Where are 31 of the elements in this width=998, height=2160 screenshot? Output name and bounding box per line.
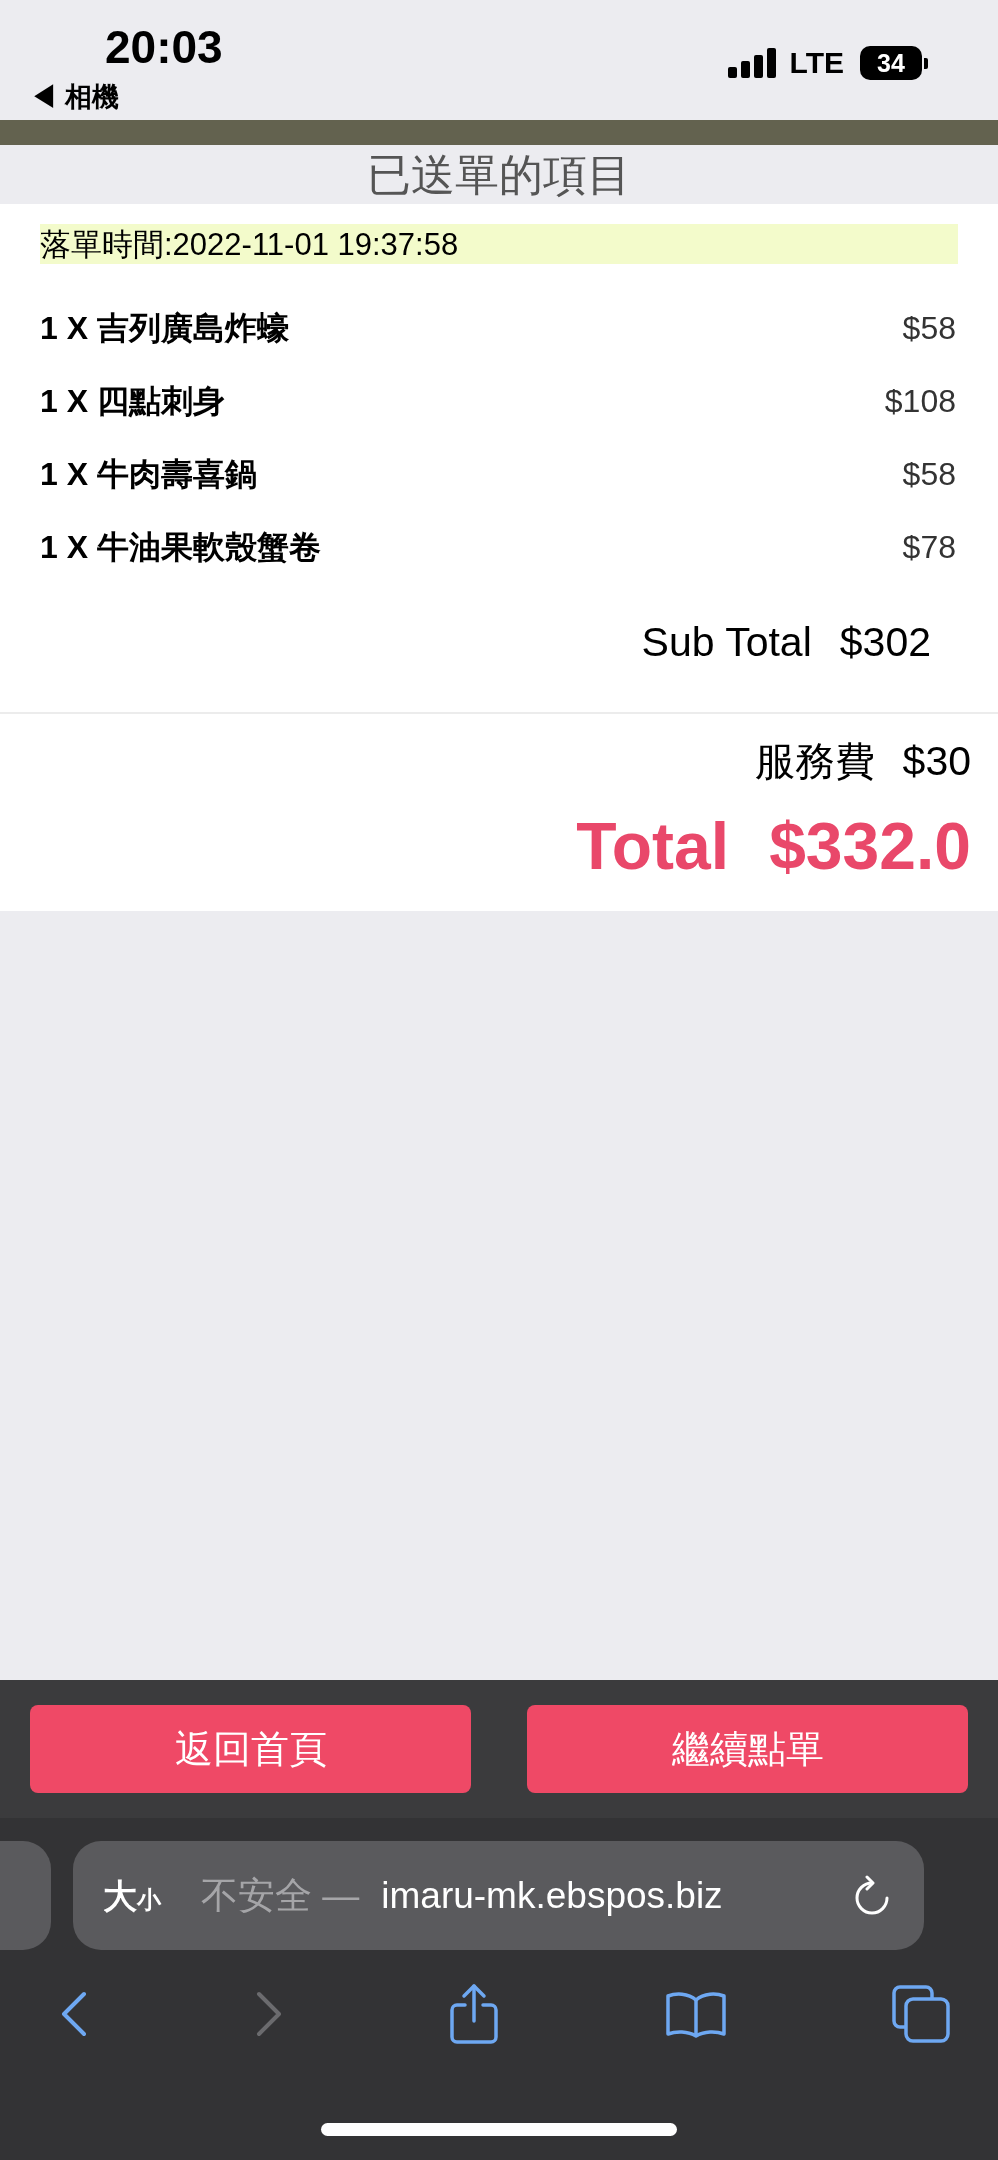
text-size-button[interactable]: 大小 — [103, 1878, 161, 1913]
network-type: LTE — [789, 48, 844, 78]
url-text: imaru-mk.ebspos.biz — [381, 1877, 723, 1914]
continue-ordering-button[interactable]: 繼續點單 — [527, 1705, 968, 1793]
chevron-left-icon[interactable] — [60, 1991, 88, 2037]
book-icon[interactable] — [665, 1990, 726, 2038]
home-button[interactable]: 返回首頁 — [30, 1705, 471, 1793]
item-name: 1 X 牛油果軟殼蟹卷 — [40, 530, 321, 563]
status-time: 20:03 — [105, 24, 223, 70]
subtotal-label: Sub Total — [641, 621, 812, 663]
tabs-icon[interactable] — [892, 1985, 950, 2043]
item-price: $108 — [884, 384, 956, 417]
total-amount: $332.0 — [769, 813, 971, 879]
page-title: 已送單的項目 — [367, 152, 631, 197]
item-price: $78 — [902, 530, 956, 563]
service-charge-label: 服務費 — [754, 741, 875, 781]
item-price: $58 — [902, 311, 956, 344]
item-name: 1 X 吉列廣島炸蠔 — [40, 311, 289, 344]
back-link[interactable]: ◀ 相機 — [30, 84, 119, 111]
share-icon[interactable] — [449, 1983, 499, 2045]
battery-indicator: 34 — [860, 46, 928, 80]
signal-icon — [727, 48, 776, 78]
subtotal-amount: $302 — [839, 621, 931, 663]
total-label: Total — [576, 813, 730, 879]
address-bar[interactable]: 大小 不安全 — imaru-mk.ebspos.biz — [73, 1841, 924, 1950]
item-name: 1 X 牛肉壽喜鍋 — [40, 457, 257, 490]
service-charge-amount: $30 — [902, 740, 971, 782]
item-name: 1 X 四點刺身 — [40, 384, 225, 417]
security-label: 不安全 — — [201, 1877, 360, 1914]
order-time: 落單時間:2022-11-01 19:37:58 — [40, 224, 958, 264]
item-price: $58 — [902, 457, 956, 490]
